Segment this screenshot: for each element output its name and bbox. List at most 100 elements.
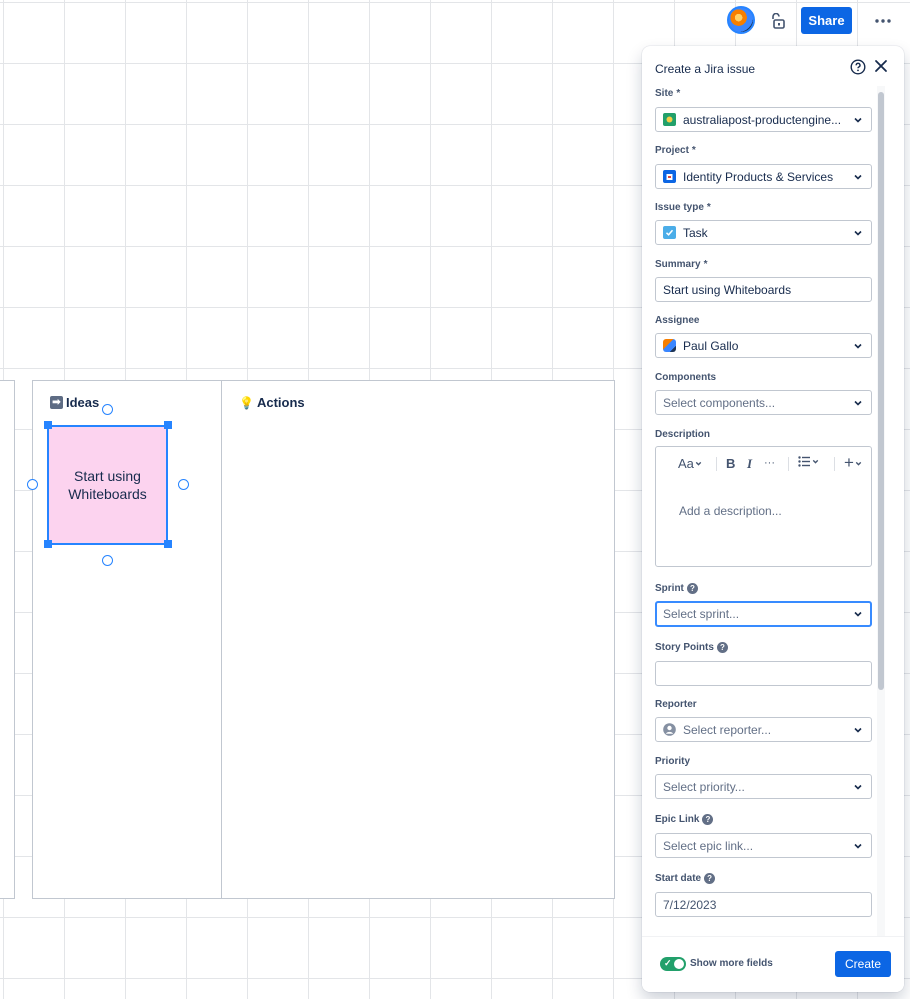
chevron-down-icon [854, 400, 862, 406]
chevron-down-icon [854, 174, 862, 180]
chevron-down-icon [695, 461, 702, 466]
site-value: australiapost-productengine... [683, 112, 842, 127]
components-placeholder: Select components... [663, 395, 776, 410]
chevron-down-icon [854, 843, 862, 849]
epic-link-select[interactable]: Select epic link... [655, 833, 872, 858]
connector-handle-right[interactable] [178, 479, 189, 490]
unlock-icon[interactable] [766, 8, 792, 34]
ideas-title-text: Ideas [66, 395, 100, 410]
panel-title: Create a Jira issue [655, 62, 756, 76]
chevron-down-icon [854, 230, 862, 236]
help-icon[interactable] [849, 58, 866, 75]
share-button[interactable]: Share [801, 7, 852, 34]
sprint-label: Sprint ? [655, 583, 698, 594]
help-icon[interactable]: ? [704, 873, 716, 884]
issue-type-select[interactable]: Task [655, 220, 872, 245]
toolbar-divider [716, 457, 717, 471]
chevron-down-icon [854, 611, 862, 617]
connector-handle-bottom[interactable] [102, 555, 113, 566]
assignee-value: Paul Gallo [683, 338, 739, 353]
resize-handle-top-right[interactable] [164, 421, 172, 429]
summary-label: Summary * [655, 259, 708, 270]
user-avatar[interactable] [727, 6, 755, 34]
chevron-down-icon [854, 117, 862, 123]
text-style-button[interactable]: Aa [678, 456, 703, 471]
sprint-placeholder: Select sprint... [663, 607, 740, 621]
create-button[interactable]: Create [835, 951, 891, 977]
description-editor[interactable]: Aa B I ··· + Add a description... [655, 446, 872, 567]
help-icon[interactable]: ? [716, 642, 728, 653]
sticky-note-text: Start using Whiteboards [68, 468, 147, 502]
site-select[interactable]: australiapost-productengine... [655, 107, 872, 132]
toolbar-divider [834, 457, 835, 471]
project-label: Project * [655, 145, 696, 156]
project-value: Identity Products & Services [683, 169, 834, 184]
start-date-input[interactable]: 7/12/2023 [655, 892, 872, 917]
priority-placeholder: Select priority... [663, 779, 745, 794]
chevron-down-icon [854, 784, 862, 790]
resize-handle-top-left[interactable] [44, 421, 52, 429]
actions-column-title: 💡 Actions [239, 395, 305, 410]
issue-type-value: Task [683, 225, 708, 240]
show-more-fields-label[interactable]: Show more fields [690, 958, 773, 969]
help-icon[interactable]: ? [702, 814, 714, 825]
issue-type-label: Issue type * [655, 202, 711, 213]
column-divider [221, 381, 222, 898]
actions-title-text: Actions [256, 395, 305, 410]
sprint-select[interactable]: Select sprint... [655, 601, 872, 627]
priority-label: Priority [655, 756, 691, 767]
story-points-input[interactable] [655, 661, 872, 686]
summary-input[interactable]: Start using Whiteboards [655, 277, 872, 302]
resize-handle-bottom-right[interactable] [164, 540, 172, 548]
show-more-fields-toggle[interactable]: ✓ [660, 957, 686, 971]
editor-toolbar: Aa B I ··· + [656, 447, 871, 481]
toolbar-divider [788, 457, 789, 471]
reporter-select[interactable]: Select reporter... [655, 717, 872, 742]
epic-link-label: Epic Link ? [655, 814, 714, 825]
close-icon[interactable] [872, 57, 890, 75]
reporter-label: Reporter [655, 699, 697, 710]
help-icon[interactable]: ? [686, 583, 698, 594]
lightbulb-emoji-icon: 💡 [239, 395, 254, 410]
chevron-down-icon [854, 727, 862, 733]
project-select[interactable]: Identity Products & Services [655, 164, 872, 189]
sticky-note[interactable]: Start using Whiteboards [47, 425, 168, 545]
description-label: Description [655, 429, 711, 440]
chevron-down-icon [855, 461, 862, 466]
bold-button[interactable]: B [726, 456, 735, 471]
assignee-label: Assignee [655, 315, 700, 326]
connector-handle-top[interactable] [102, 404, 113, 415]
italic-button[interactable]: I [747, 456, 752, 472]
bullet-list-button[interactable] [798, 456, 820, 467]
reporter-placeholder: Select reporter... [683, 722, 772, 737]
toggle-knob [674, 959, 684, 969]
more-formatting-button[interactable]: ··· [764, 457, 775, 469]
start-date-value: 7/12/2023 [663, 897, 717, 912]
summary-value: Start using Whiteboards [663, 282, 792, 297]
right-arrow-emoji-icon: ➡ [50, 396, 63, 409]
components-select[interactable]: Select components... [655, 390, 872, 415]
project-icon [663, 170, 676, 183]
assignee-avatar [663, 339, 676, 352]
story-points-label: Story Points ? [655, 642, 728, 653]
scrollbar-thumb[interactable] [878, 92, 884, 690]
bullet-list-icon [798, 456, 810, 467]
insert-button[interactable]: + [844, 453, 863, 473]
site-icon [663, 113, 676, 126]
assignee-select[interactable]: Paul Gallo [655, 333, 872, 358]
more-options-icon[interactable] [868, 8, 898, 34]
start-date-label: Start date ? [655, 873, 716, 884]
task-icon [663, 226, 676, 239]
epic-link-placeholder: Select epic link... [663, 838, 754, 853]
person-icon [663, 723, 676, 736]
chevron-down-icon [812, 459, 819, 464]
create-jira-issue-panel: Create a Jira issue Site * australiapost-… [642, 46, 904, 992]
ideas-column-title: ➡ Ideas [50, 395, 99, 410]
priority-select[interactable]: Select priority... [655, 774, 872, 799]
resize-handle-bottom-left[interactable] [44, 540, 52, 548]
description-placeholder: Add a description... [679, 504, 782, 518]
chevron-down-icon [854, 343, 862, 349]
panel-footer: ✓ Show more fields Create [642, 936, 904, 992]
site-label: Site * [655, 88, 681, 99]
connector-handle-left[interactable] [27, 479, 38, 490]
